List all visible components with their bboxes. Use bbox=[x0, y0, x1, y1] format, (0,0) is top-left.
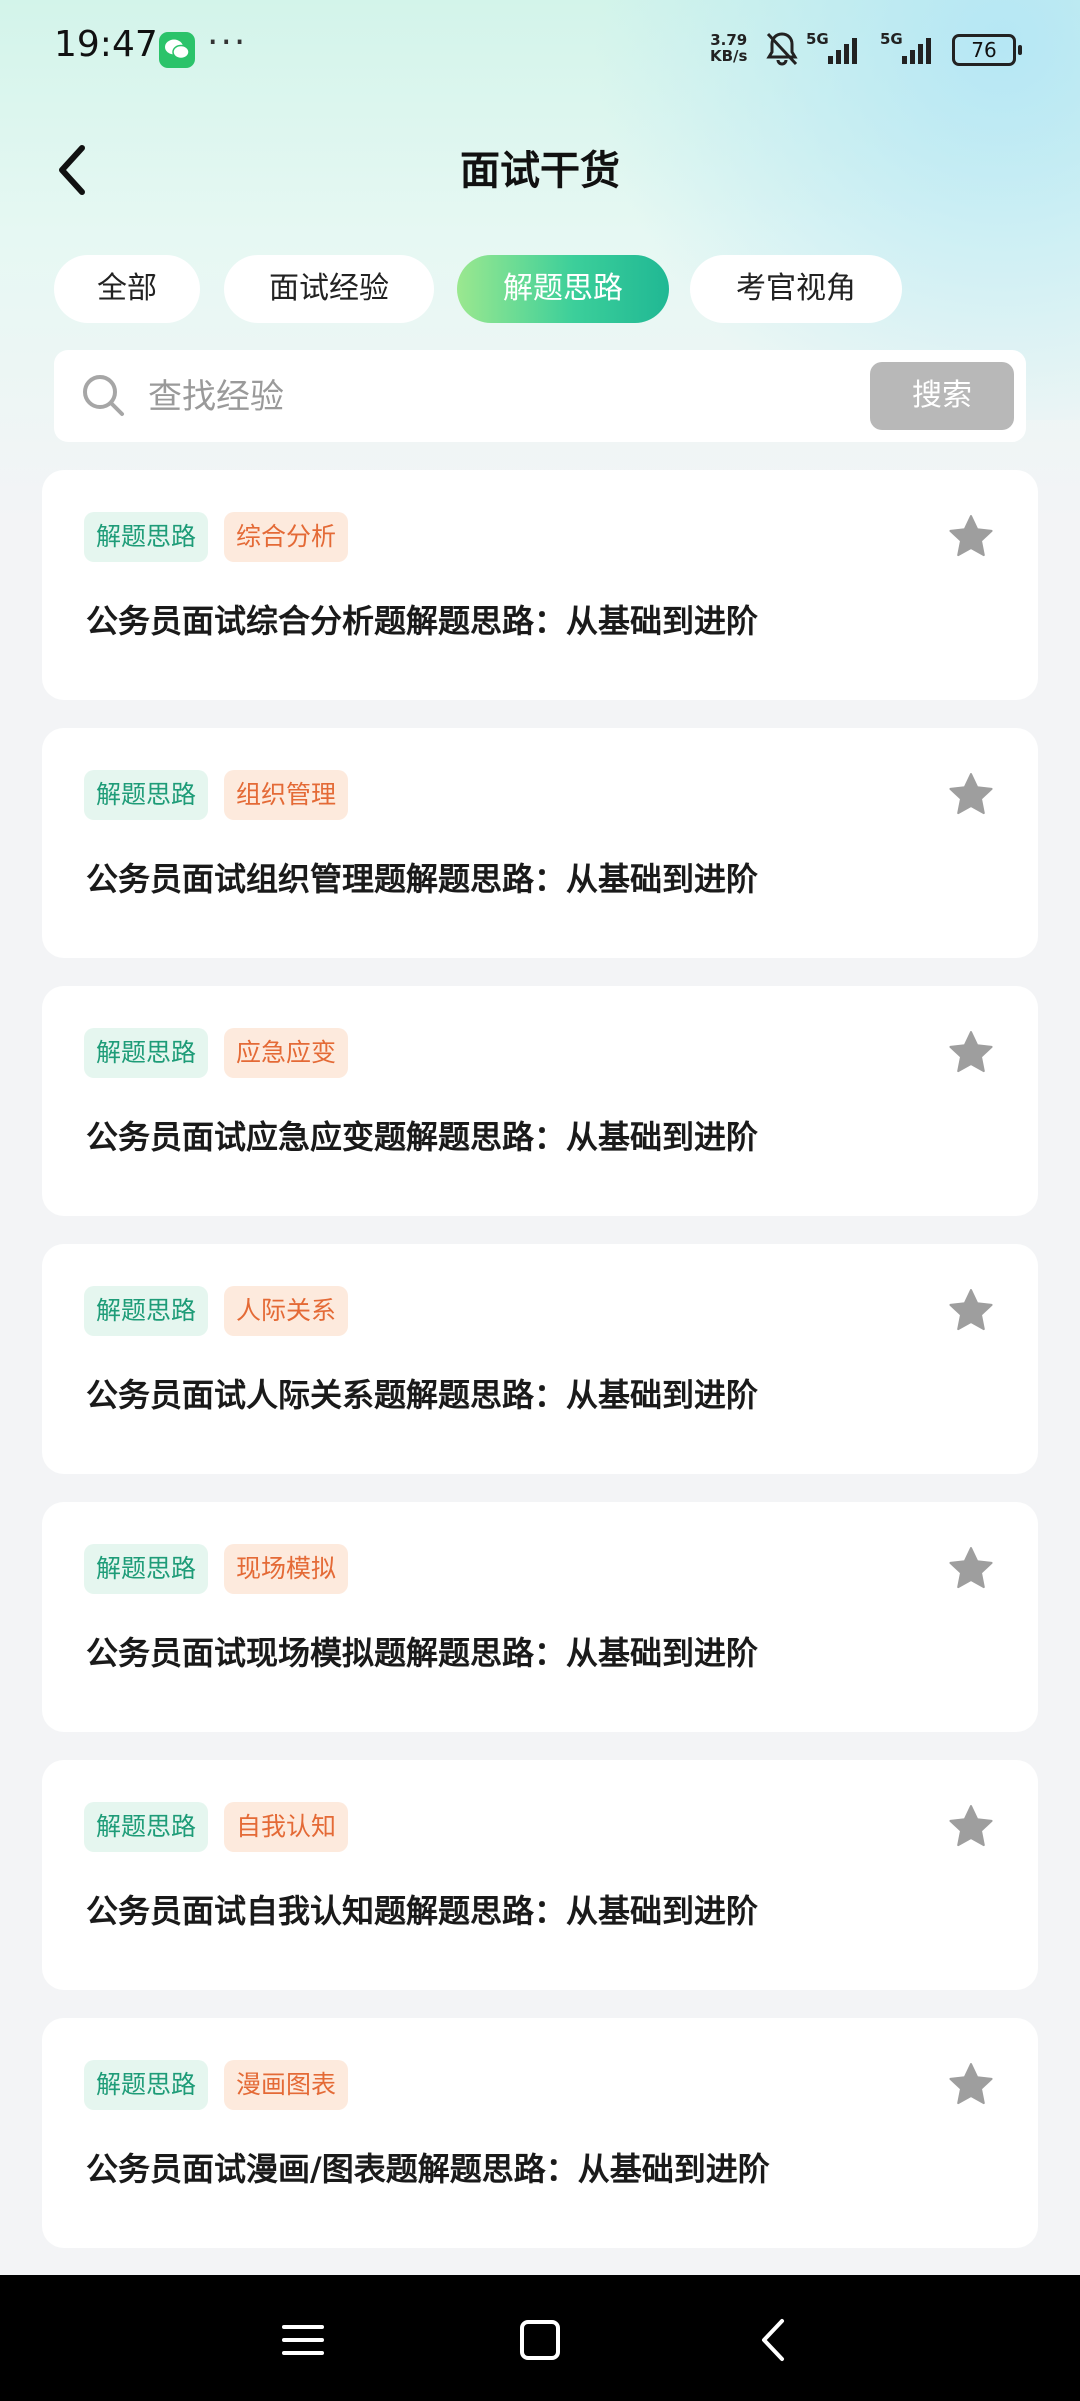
favorite-star-icon[interactable] bbox=[946, 2060, 996, 2110]
list-item[interactable]: 解题思路 现场模拟 公务员面试现场模拟题解题思路：从基础到进阶 bbox=[42, 1502, 1038, 1732]
topic-tag: 综合分析 bbox=[224, 512, 349, 562]
tag-group: 解题思路 现场模拟 bbox=[84, 1544, 364, 1596]
status-bar: 19:47 ··· 3.79 KB/s 5G 5G 76 bbox=[0, 0, 1080, 100]
search-icon bbox=[83, 375, 124, 416]
tab-interview-experience[interactable]: 面试经验 bbox=[224, 255, 434, 323]
list-item[interactable]: 解题思路 自我认知 公务员面试自我认知题解题思路：从基础到进阶 bbox=[42, 1760, 1038, 1990]
network-speed-value: 3.79 bbox=[710, 31, 748, 49]
home-icon[interactable] bbox=[515, 2315, 565, 2365]
article-title: 公务员面试综合分析题解题思路：从基础到进阶 bbox=[86, 602, 759, 640]
article-title: 公务员面试现场模拟题解题思路：从基础到进阶 bbox=[86, 1634, 759, 1672]
wechat-notification-icon bbox=[159, 32, 195, 68]
list-item[interactable]: 解题思路 综合分析 公务员面试综合分析题解题思路：从基础到进阶 bbox=[42, 470, 1038, 700]
list-item[interactable]: 解题思路 应急应变 公务员面试应急应变题解题思路：从基础到进阶 bbox=[42, 986, 1038, 1216]
tag-group: 解题思路 组织管理 bbox=[84, 770, 364, 822]
favorite-star-icon[interactable] bbox=[946, 1802, 996, 1852]
category-tag: 解题思路 bbox=[84, 770, 209, 820]
more-notifications-icon: ··· bbox=[207, 22, 248, 63]
article-title: 公务员面试自我认知题解题思路：从基础到进阶 bbox=[86, 1892, 759, 1930]
favorite-star-icon[interactable] bbox=[946, 1544, 996, 1594]
favorite-star-icon[interactable] bbox=[946, 770, 996, 820]
topic-tag: 漫画图表 bbox=[224, 2060, 349, 2110]
status-time: 19:47 bbox=[54, 24, 158, 65]
search-input[interactable] bbox=[146, 370, 910, 424]
signal-5g-icon: 5G bbox=[880, 30, 931, 64]
topic-tag: 组织管理 bbox=[224, 770, 349, 820]
tag-group: 解题思路 人际关系 bbox=[84, 1286, 364, 1338]
page-title: 面试干货 bbox=[460, 148, 620, 194]
signal-5g-icon: 5G bbox=[806, 30, 857, 64]
article-title: 公务员面试漫画/图表题解题思路：从基础到进阶 bbox=[86, 2150, 770, 2188]
list-item[interactable]: 解题思路 漫画图表 公务员面试漫画/图表题解题思路：从基础到进阶 bbox=[42, 2018, 1038, 2248]
category-tag: 解题思路 bbox=[84, 1802, 209, 1852]
category-tag: 解题思路 bbox=[84, 512, 209, 562]
favorite-star-icon[interactable] bbox=[946, 512, 996, 562]
network-speed-unit: KB/s bbox=[710, 47, 748, 65]
tag-group: 解题思路 自我认知 bbox=[84, 1802, 364, 1854]
list-item[interactable]: 解题思路 组织管理 公务员面试组织管理题解题思路：从基础到进阶 bbox=[42, 728, 1038, 958]
favorite-star-icon[interactable] bbox=[946, 1286, 996, 1336]
category-tag: 解题思路 bbox=[84, 2060, 209, 2110]
tab-problem-solving[interactable]: 解题思路 bbox=[457, 255, 669, 323]
topic-tag: 自我认知 bbox=[224, 1802, 349, 1852]
signal-5g-label: 5G bbox=[806, 30, 829, 48]
search-button[interactable]: 搜索 bbox=[870, 362, 1014, 430]
menu-icon[interactable] bbox=[278, 2315, 328, 2365]
mute-bell-icon bbox=[766, 32, 798, 66]
favorite-star-icon[interactable] bbox=[946, 1028, 996, 1078]
article-title: 公务员面试人际关系题解题思路：从基础到进阶 bbox=[86, 1376, 759, 1414]
network-speed: 3.79 KB/s bbox=[710, 32, 747, 64]
topic-tag: 现场模拟 bbox=[224, 1544, 349, 1594]
topic-tag: 应急应变 bbox=[224, 1028, 349, 1078]
category-tag: 解题思路 bbox=[84, 1544, 209, 1594]
list-item[interactable]: 解题思路 人际关系 公务员面试人际关系题解题思路：从基础到进阶 bbox=[42, 1244, 1038, 1474]
search-bar: 搜索 bbox=[54, 350, 1026, 442]
category-tag: 解题思路 bbox=[84, 1286, 209, 1336]
article-list: 解题思路 综合分析 公务员面试综合分析题解题思路：从基础到进阶 解题思路 组织管理 … bbox=[42, 470, 1038, 2276]
battery-icon: 76 bbox=[952, 34, 1022, 66]
article-title: 公务员面试应急应变题解题思路：从基础到进阶 bbox=[86, 1118, 759, 1156]
tag-group: 解题思路 漫画图表 bbox=[84, 2060, 364, 2112]
back-icon[interactable] bbox=[750, 2315, 800, 2365]
signal-5g-label: 5G bbox=[880, 30, 903, 48]
tag-group: 解题思路 综合分析 bbox=[84, 512, 364, 564]
category-tag: 解题思路 bbox=[84, 1028, 209, 1078]
tag-group: 解题思路 应急应变 bbox=[84, 1028, 364, 1080]
article-title: 公务员面试组织管理题解题思路：从基础到进阶 bbox=[86, 860, 759, 898]
topic-tag: 人际关系 bbox=[224, 1286, 349, 1336]
tab-all[interactable]: 全部 bbox=[54, 255, 200, 323]
system-navigation-bar bbox=[0, 2275, 1080, 2401]
tab-examiner-perspective[interactable]: 考官视角 bbox=[690, 255, 902, 323]
